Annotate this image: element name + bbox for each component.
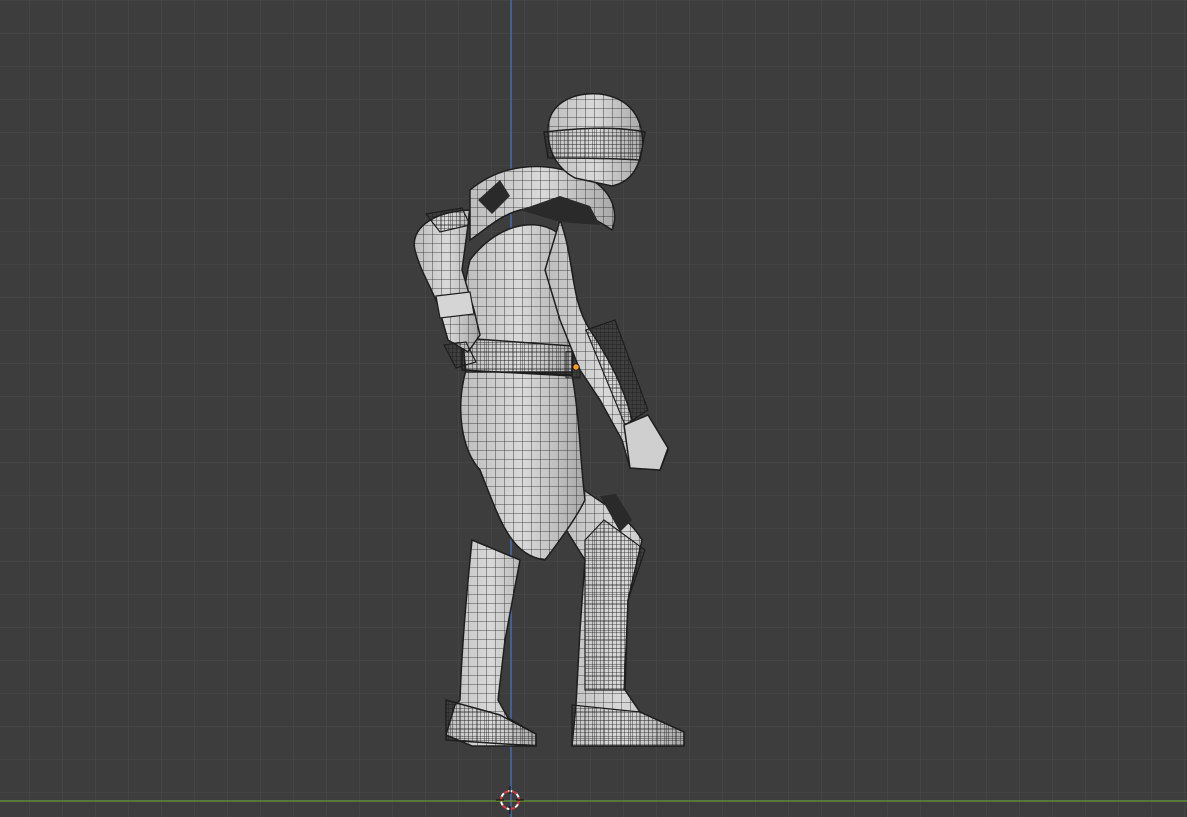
viewport-canvas[interactable] [0,0,1187,817]
3d-viewport[interactable] [0,0,1187,817]
object-origin-icon [572,363,580,371]
